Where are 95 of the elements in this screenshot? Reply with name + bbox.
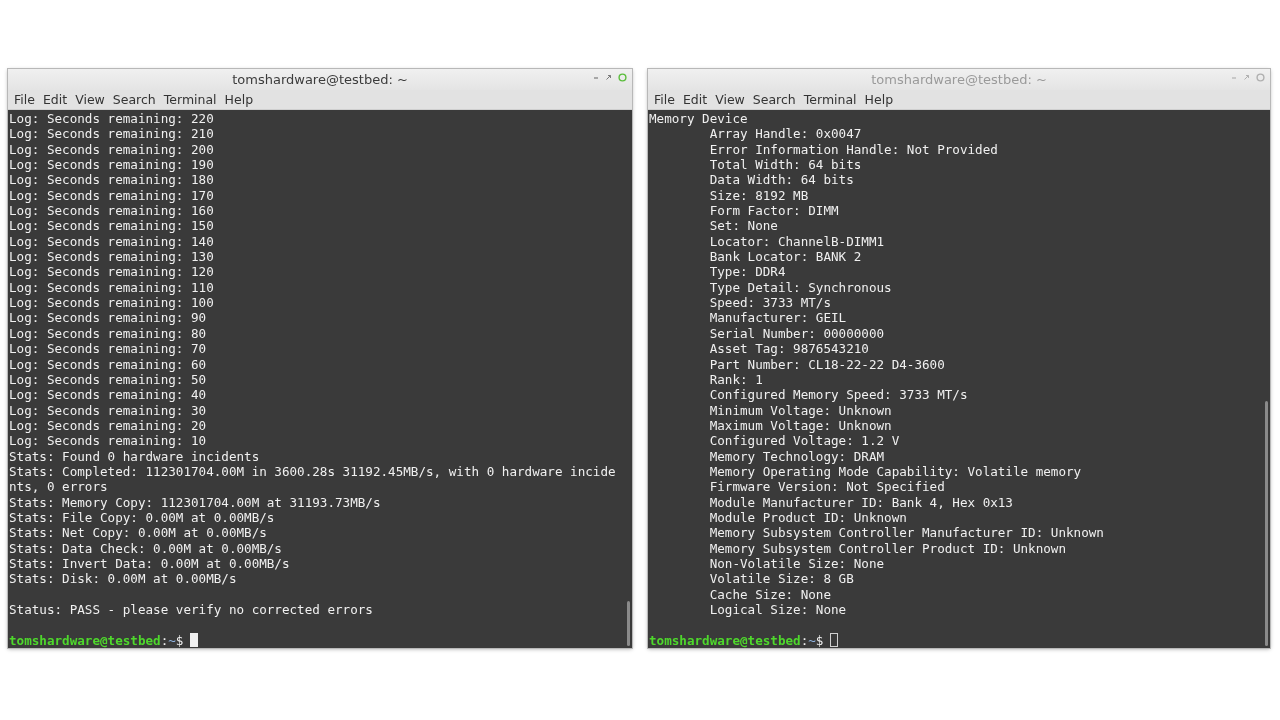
terminal-line: Non-Volatile Size: None <box>708 555 885 571</box>
close-icon[interactable] <box>1256 73 1265 82</box>
terminal-line: Part Number: CL18-22-22 D4-3600 <box>708 356 945 372</box>
terminal-line: Log: Seconds remaining: 190 <box>9 157 214 173</box>
prompt-user: tomshardware@testbed <box>9 632 161 648</box>
terminal-line: Log: Seconds remaining: 120 <box>9 264 214 280</box>
terminal-line: Log: Seconds remaining: 220 <box>9 111 214 126</box>
terminal-line: Set: None <box>708 218 778 234</box>
prompt-separator: : <box>160 632 169 648</box>
prompt-separator: : <box>800 632 809 648</box>
close-icon[interactable] <box>618 73 627 82</box>
terminal-line: Stats: File Copy: 0.00M at 0.00MB/s <box>9 509 275 525</box>
terminal-line: Memory Operating Mode Capability: Volatile memory <box>708 463 1082 479</box>
prompt-path: ~ <box>168 632 176 648</box>
terminal-line: Logical Size: None <box>708 602 847 617</box>
terminal-line: Asset Tag: 9876543210 <box>708 341 869 357</box>
menu-item[interactable]: File <box>650 91 679 107</box>
terminal-line: Status: PASS - please verify no corrected errors <box>9 602 373 617</box>
terminal-line: Memory Subsystem Controller Product ID: Unknown <box>708 540 1067 556</box>
menu-item[interactable]: File <box>10 91 39 107</box>
terminal-line: Log: Seconds remaining: 100 <box>9 295 214 311</box>
terminal-line: Log: Seconds remaining: 180 <box>9 172 214 188</box>
maximize-icon[interactable] <box>605 74 612 81</box>
window-title: tomshardware@testbed: ~ <box>871 72 1047 87</box>
menu-item[interactable]: Edit <box>678 91 712 107</box>
terminal-line: Module Product ID: Unknown <box>708 509 907 525</box>
terminal-line: Log: Seconds remaining: 60 <box>9 356 207 372</box>
terminal-line: Log: Seconds remaining: 90 <box>9 310 207 326</box>
terminal-line: Log: Seconds remaining: 50 <box>9 371 207 387</box>
terminal-line: Configured Memory Speed: 3733 MT/s <box>708 387 968 403</box>
terminal-line: Rank: 1 <box>708 371 763 387</box>
terminal-line: Total Width: 64 bits <box>708 157 862 173</box>
terminal-line: Speed: 3733 MT/s <box>708 295 831 311</box>
terminal-line: Stats: Memory Copy: 112301704.00M at 31193.73MB/s <box>9 494 381 510</box>
terminal-line: Form Factor: DIMM <box>708 203 839 219</box>
terminal-line: Log: Seconds remaining: 150 <box>9 218 214 234</box>
terminal-line: Maximum Voltage: Unknown <box>708 417 892 433</box>
terminal-line: Stats: Found 0 hardware incidents <box>9 448 260 464</box>
terminal-line: Volatile Size: 8 GB <box>708 571 854 587</box>
terminal-line: Log: Seconds remaining: 200 <box>9 141 214 157</box>
terminal-line: Size: 8192 MB <box>708 187 809 203</box>
terminal-line: Stats: Disk: 0.00M at 0.00MB/s <box>9 571 237 587</box>
scrollbar[interactable] <box>627 601 630 646</box>
menu-item[interactable]: Help <box>220 91 258 107</box>
terminal-line: Type: DDR4 <box>708 264 786 280</box>
terminal-line: Stats: Data Check: 0.00M at 0.00MB/s <box>9 540 282 556</box>
terminal-line: Log: Seconds remaining: 10 <box>9 433 207 449</box>
menu-item[interactable]: Help <box>860 91 898 107</box>
prompt-user: tomshardware@testbed <box>649 632 801 648</box>
terminal-line: Memory Technology: DRAM <box>708 448 885 464</box>
terminal-line: Error Information Handle: Not Provided <box>708 141 998 157</box>
terminal-line: Log: Seconds remaining: 30 <box>9 402 207 418</box>
minimize-icon[interactable] <box>593 74 599 81</box>
terminal-line: Log: Seconds remaining: 70 <box>9 341 207 357</box>
maximize-icon[interactable] <box>1243 74 1250 81</box>
menu-item[interactable]: Search <box>748 91 800 107</box>
terminal-line: Locator: ChannelB-DIMM1 <box>708 233 885 249</box>
prompt-path: ~ <box>808 632 816 648</box>
terminal-line: Bank Locator: BANK 2 <box>708 249 862 265</box>
terminal-line: Memory Device <box>649 111 748 126</box>
terminal-line: Memory Subsystem Controller Manufacturer ID: Unknown <box>708 525 1104 541</box>
terminal-line: Data Width: 64 bits <box>708 172 854 188</box>
minimize-icon[interactable] <box>1231 74 1237 81</box>
menu-item[interactable]: Terminal <box>799 91 861 107</box>
terminal-line: Array Handle: 0x0047 <box>708 126 862 142</box>
terminal-line: Log: Seconds remaining: 140 <box>9 233 214 249</box>
terminal-line: Stats: Invert Data: 0.00M at 0.00MB/s <box>9 555 290 571</box>
menu-item[interactable]: Search <box>108 91 160 107</box>
window-title: tomshardware@testbed: ~ <box>232 72 408 87</box>
terminal-line: Log: Seconds remaining: 170 <box>9 187 214 203</box>
terminal-line: Serial Number: 00000000 <box>708 325 885 341</box>
terminal-line: Log: Seconds remaining: 160 <box>9 203 214 219</box>
menu-item[interactable]: View <box>711 91 749 107</box>
terminal-line: Stats: Net Copy: 0.00M at 0.00MB/s <box>9 525 267 541</box>
menu-item[interactable]: Terminal <box>159 91 221 107</box>
prompt-symbol: $ <box>815 632 824 648</box>
terminal-line: Type Detail: Synchronous <box>708 279 892 295</box>
terminal-line: Manufacturer: GEIL <box>708 310 847 326</box>
terminal-line: Log: Seconds remaining: 110 <box>9 279 214 295</box>
terminal-line: Configured Voltage: 1.2 V <box>708 433 900 449</box>
terminal-line: Cache Size: None <box>708 586 831 602</box>
prompt-symbol: $ <box>175 632 184 648</box>
scrollbar[interactable] <box>1265 401 1268 646</box>
terminal-line: Log: Seconds remaining: 40 <box>9 387 207 403</box>
terminal-line: Firmware Version: Not Specified <box>708 479 945 495</box>
terminal-line: nts, 0 errors <box>9 479 108 495</box>
terminal-line: Module Manufacturer ID: Bank 4, Hex 0x13 <box>708 494 1013 510</box>
terminal-line: Stats: Completed: 112301704.00M in 3600.28s 31192.45MB/s, with 0 hardware incide <box>9 463 616 479</box>
terminal-line: Log: Seconds remaining: 130 <box>9 249 214 265</box>
terminal-line: Log: Seconds remaining: 80 <box>9 325 207 341</box>
menu-item[interactable]: Edit <box>38 91 72 107</box>
terminal-line: Log: Seconds remaining: 210 <box>9 126 214 142</box>
terminal-line: Log: Seconds remaining: 20 <box>9 417 207 433</box>
menu-item[interactable]: View <box>71 91 109 107</box>
terminal-line: Minimum Voltage: Unknown <box>708 402 892 418</box>
